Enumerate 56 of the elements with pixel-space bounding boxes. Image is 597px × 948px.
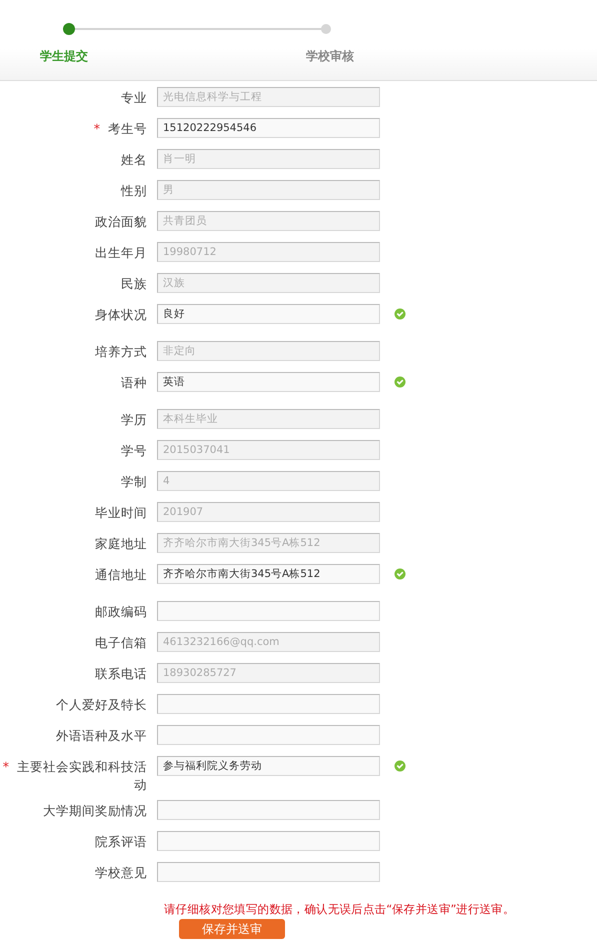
input-field[interactable]: 齐齐哈尔市南大街345号A栋512: [157, 533, 380, 553]
input-field[interactable]: 齐齐哈尔市南大街345号A栋512: [157, 564, 380, 584]
input-field[interactable]: 本科生毕业: [157, 409, 380, 429]
input-field[interactable]: [157, 862, 380, 882]
field-label: 语种: [121, 375, 147, 390]
input-field[interactable]: 英语: [157, 372, 380, 392]
notice-text: 请仔细核对您填写的数据，确认无误后点击“保存并送审”进行送审。: [164, 902, 516, 917]
input-field[interactable]: 肖一明: [157, 149, 380, 169]
field-label: 联系电话: [95, 666, 147, 681]
field-label: 身体状况: [95, 307, 147, 322]
step-label: 学生提交: [40, 48, 88, 65]
input-field[interactable]: [157, 831, 380, 851]
field-label: 考生号: [108, 121, 147, 136]
input-field[interactable]: 201907: [157, 502, 380, 522]
input-field[interactable]: 2015037041: [157, 440, 380, 460]
input-field[interactable]: 18930285727: [157, 663, 380, 683]
input-field[interactable]: [157, 725, 380, 745]
input-field[interactable]: 良好: [157, 304, 380, 324]
field-label: 性别: [121, 183, 147, 198]
input-field[interactable]: 共青团员: [157, 211, 380, 231]
field-label: 专业: [121, 90, 147, 105]
input-field[interactable]: 4613232166@qq.com: [157, 632, 380, 652]
field-label: 政治面貌: [95, 214, 147, 229]
required-mark: *: [94, 121, 100, 136]
field-label: 学号: [121, 443, 147, 458]
step-label: 学校审核: [306, 48, 354, 65]
field-label: 学校意见: [95, 865, 147, 880]
field-label: 主要社会实践和科技活动: [17, 759, 147, 792]
field-label: 邮政编码: [95, 604, 147, 619]
field-label: 院系评语: [95, 834, 147, 849]
required-mark: *: [2, 759, 10, 774]
field-label: 个人爱好及特长: [56, 697, 147, 712]
field-label: 姓名: [121, 152, 147, 167]
field-label: 通信地址: [95, 567, 147, 582]
input-field[interactable]: 19980712: [157, 242, 380, 262]
submit-button[interactable]: 保存并送审: [179, 919, 285, 939]
input-field[interactable]: 15120222954546: [157, 118, 380, 138]
input-field[interactable]: 参与福利院义务劳动: [157, 756, 380, 776]
field-label: 大学期间奖励情况: [43, 803, 147, 818]
input-field[interactable]: 男: [157, 180, 380, 200]
field-label: 电子信箱: [95, 635, 147, 650]
input-field[interactable]: 光电信息科学与工程: [157, 87, 380, 107]
field-label: 民族: [121, 276, 147, 291]
field-label: 家庭地址: [95, 536, 147, 551]
field-label: 毕业时间: [95, 505, 147, 520]
input-field[interactable]: 4: [157, 471, 380, 491]
field-label: 出生年月: [95, 245, 147, 260]
field-label: 培养方式: [95, 344, 147, 359]
input-field[interactable]: [157, 694, 380, 714]
field-label: 外语语种及水平: [56, 728, 147, 743]
input-field[interactable]: 非定向: [157, 341, 380, 361]
input-field[interactable]: [157, 601, 380, 621]
field-label: 学制: [121, 474, 147, 489]
input-field[interactable]: 汉族: [157, 273, 380, 293]
field-label: 学历: [121, 412, 147, 427]
input-field[interactable]: [157, 800, 380, 820]
